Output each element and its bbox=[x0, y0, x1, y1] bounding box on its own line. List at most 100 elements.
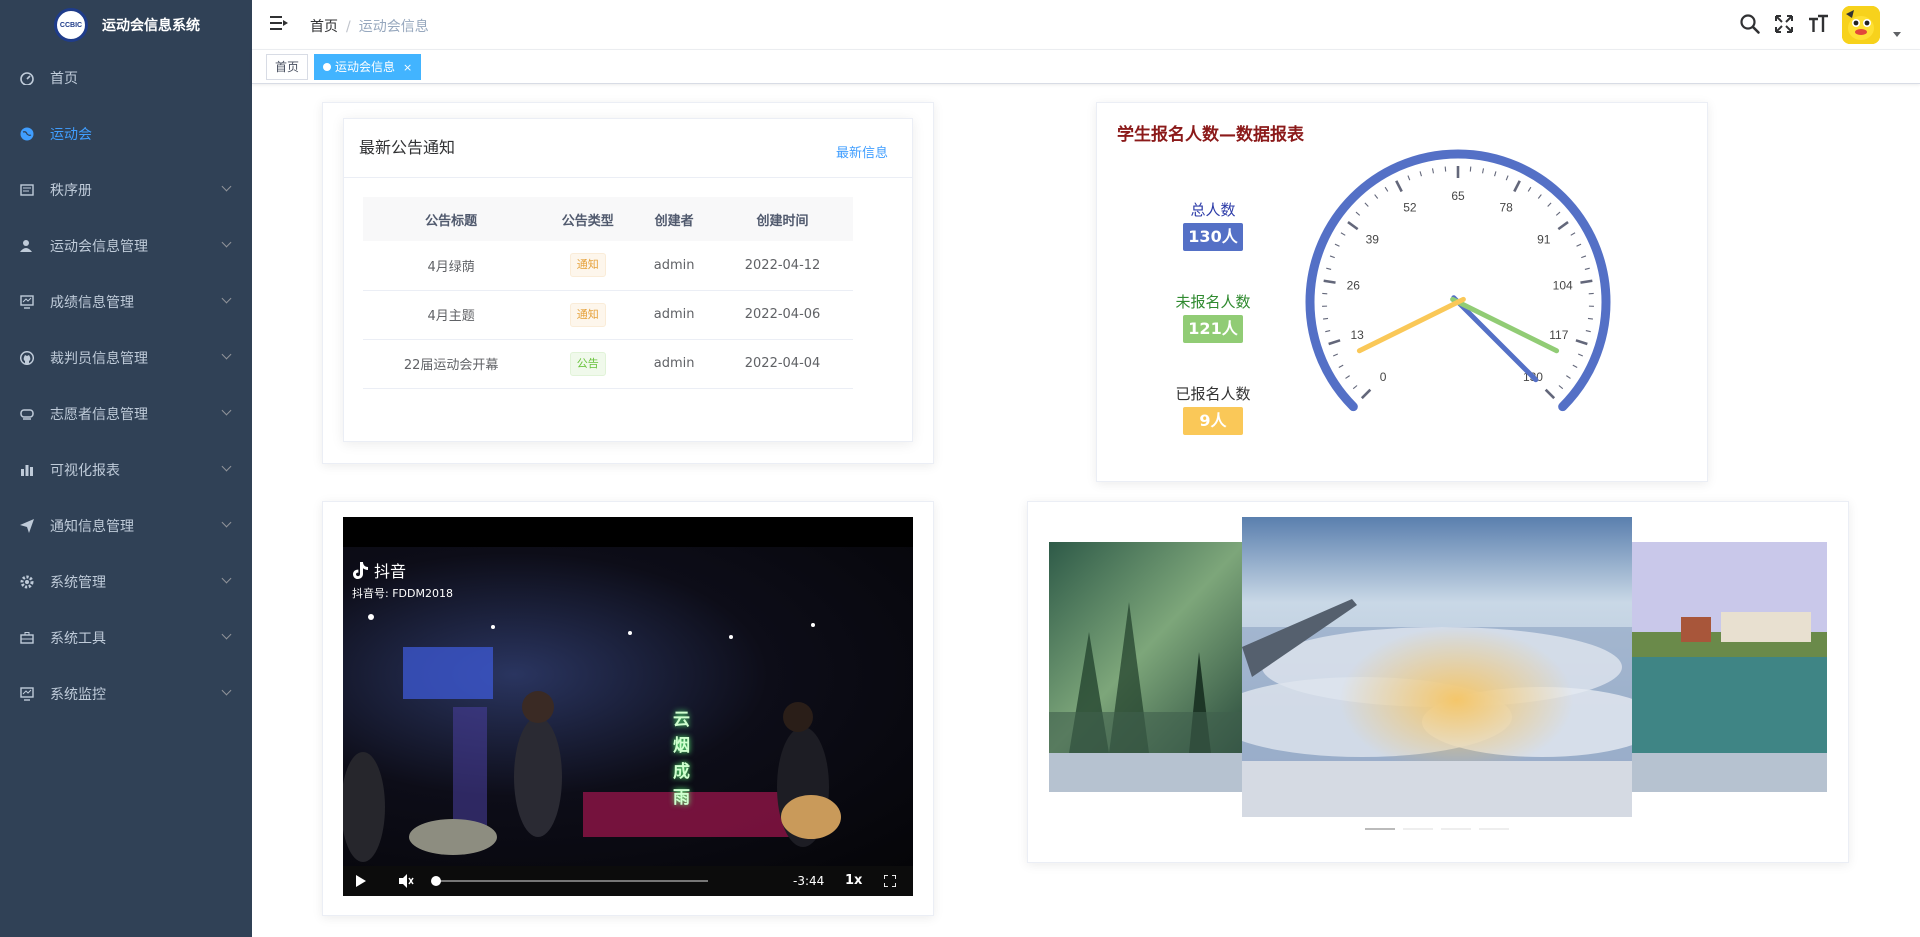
gauge-minor-tick bbox=[1431, 168, 1434, 174]
video-player[interactable]: 云烟成雨 抖音 抖音号: FDDM2018 -3:44 1x bbox=[343, 517, 913, 896]
gauge-major-tick bbox=[1513, 180, 1521, 193]
sidebar-item-10[interactable]: 系统管理 bbox=[0, 554, 252, 610]
gauge-minor-tick bbox=[1340, 232, 1346, 236]
sidebar-item-label: 系统监控 bbox=[50, 687, 106, 703]
status-badge: 公告 bbox=[569, 351, 606, 376]
carousel-indicator[interactable] bbox=[1365, 828, 1395, 830]
tag-home[interactable]: 首页 bbox=[266, 54, 309, 80]
sidebar-item-6[interactable]: 裁判员信息管理 bbox=[0, 330, 252, 386]
sidebar-item-label: 可视化报表 bbox=[50, 463, 120, 479]
sidebar-item-3[interactable]: 秩序册 bbox=[0, 162, 252, 218]
video-progress-track[interactable] bbox=[436, 880, 708, 882]
notice-title-cell: 4月绿荫 bbox=[363, 241, 540, 291]
video-controls: -3:44 1x bbox=[343, 866, 913, 896]
gauge-minor-tick bbox=[1407, 175, 1411, 181]
gauge-minor-tick bbox=[1329, 255, 1335, 259]
chevron-down-icon bbox=[221, 685, 232, 696]
gauge-major-tick bbox=[1395, 180, 1403, 193]
chevron-down-icon bbox=[221, 293, 232, 304]
gauge-minor-tick bbox=[1537, 194, 1542, 199]
video-speed[interactable]: 1x bbox=[845, 873, 862, 888]
gauge-tick-label: 117 bbox=[1549, 328, 1568, 342]
notice-creator-cell: admin bbox=[636, 241, 713, 291]
gauge-minor-tick bbox=[1558, 385, 1564, 390]
hamburger-icon[interactable] bbox=[270, 15, 288, 31]
sidebar-item-9[interactable]: 通知信息管理 bbox=[0, 498, 252, 554]
carousel-indicator[interactable] bbox=[1403, 828, 1433, 830]
gauge-minor-tick bbox=[1374, 194, 1379, 199]
sidebar-item-8[interactable]: 可视化报表 bbox=[0, 442, 252, 498]
table-row[interactable]: 4月主题 通知 admin 2022-04-06 bbox=[363, 290, 853, 340]
mute-icon[interactable] bbox=[398, 874, 414, 888]
notice-header: 最新公告通知 最新信息 bbox=[344, 119, 912, 178]
forest-image bbox=[1049, 542, 1245, 753]
carousel-indicator[interactable] bbox=[1479, 828, 1509, 830]
globe-icon bbox=[20, 127, 34, 141]
breadcrumb-current: 运动会信息 bbox=[358, 19, 429, 35]
table-row[interactable]: 4月绿荫 通知 admin 2022-04-12 bbox=[363, 241, 853, 291]
notice-date-cell: 2022-04-06 bbox=[712, 290, 853, 340]
sidebar-item-2[interactable]: 运动会 bbox=[0, 106, 252, 162]
gauge-minor-tick bbox=[1326, 267, 1332, 270]
carousel-slide-active[interactable] bbox=[1212, 517, 1662, 817]
video-card: 云烟成雨 抖音 抖音号: FDDM2018 -3:44 1x bbox=[322, 501, 934, 916]
app-logo-row[interactable]: CCBIC 运动会信息系统 bbox=[0, 0, 252, 50]
tag-sports-info[interactable]: 运动会信息 × bbox=[314, 54, 422, 80]
navbar: 首页 / 运动会信息 bbox=[252, 0, 1920, 50]
video-progress-handle[interactable] bbox=[431, 876, 441, 886]
notice-more-link[interactable]: 最新信息 bbox=[836, 142, 888, 161]
gauge-minor-tick bbox=[1555, 211, 1561, 216]
notice-type-cell: 公告 bbox=[539, 339, 637, 389]
play-icon[interactable] bbox=[355, 875, 367, 887]
column-header: 创建时间 bbox=[712, 197, 853, 241]
table-row[interactable]: 22届运动会开幕 公告 admin 2022-04-04 bbox=[363, 339, 853, 389]
tag-close-icon[interactable]: × bbox=[403, 61, 412, 74]
gauge-minor-tick bbox=[1505, 175, 1509, 181]
sidebar-item-4[interactable]: 运动会信息管理 bbox=[0, 218, 252, 274]
douyin-account: 抖音号: FDDM2018 bbox=[352, 587, 453, 600]
sidebar-item-11[interactable]: 系统工具 bbox=[0, 610, 252, 666]
gauge-major-tick bbox=[1575, 339, 1588, 346]
chevron-down-icon bbox=[221, 517, 232, 528]
fullscreen-icon[interactable] bbox=[884, 875, 896, 887]
carousel-slide-right[interactable] bbox=[1631, 542, 1827, 792]
notice-type-cell: 通知 bbox=[539, 290, 637, 340]
sidebar-item-label: 裁判员信息管理 bbox=[50, 351, 148, 367]
notice-title-cell: 22届运动会开幕 bbox=[363, 339, 540, 389]
sidebar-item-7[interactable]: 志愿者信息管理 bbox=[0, 386, 252, 442]
gauge-major-tick bbox=[1328, 339, 1341, 346]
gauge-tick-label: 91 bbox=[1537, 233, 1551, 247]
sidebar-item-label: 首页 bbox=[50, 71, 78, 87]
sidebar-item-label: 志愿者信息管理 bbox=[50, 407, 148, 423]
gauge-major-tick bbox=[1360, 388, 1372, 400]
font-size-icon[interactable] bbox=[1807, 13, 1829, 35]
dashboard-icon bbox=[20, 71, 34, 85]
github-icon bbox=[20, 351, 34, 365]
gauge-minor-tick bbox=[1332, 353, 1338, 357]
gauge-minor-tick bbox=[1547, 202, 1552, 207]
sidebar-item-12[interactable]: 系统监控 bbox=[0, 666, 252, 722]
clouds-airplane-image bbox=[1212, 517, 1662, 761]
carousel-slide-left[interactable] bbox=[1049, 542, 1245, 792]
gauge-minor-tick bbox=[1419, 171, 1422, 177]
gauge-minor-tick bbox=[1570, 232, 1576, 236]
carousel-indicator[interactable] bbox=[1441, 828, 1471, 830]
gauge-tick-label: 13 bbox=[1351, 328, 1365, 342]
tag-home-label: 首页 bbox=[275, 60, 300, 74]
chevron-down-icon bbox=[221, 237, 232, 248]
sidebar-item-1[interactable]: 首页 bbox=[0, 50, 252, 106]
gauge-major-tick bbox=[1323, 279, 1336, 284]
sidebar-item-label: 成绩信息管理 bbox=[50, 295, 134, 311]
status-badge: 通知 bbox=[569, 302, 606, 327]
status-badge: 通知 bbox=[569, 253, 606, 278]
column-header: 公告标题 bbox=[363, 197, 540, 241]
search-icon[interactable] bbox=[1739, 13, 1761, 35]
breadcrumb-home[interactable]: 首页 bbox=[310, 19, 338, 35]
sidebar-item-5[interactable]: 成绩信息管理 bbox=[0, 274, 252, 330]
avatar[interactable] bbox=[1842, 6, 1880, 44]
gauge-minor-tick bbox=[1325, 330, 1331, 333]
gauge-minor-tick bbox=[1566, 375, 1571, 379]
fullscreen-icon[interactable] bbox=[1773, 13, 1795, 35]
chevron-down-icon[interactable] bbox=[1893, 32, 1901, 37]
chevron-down-icon bbox=[221, 181, 232, 192]
